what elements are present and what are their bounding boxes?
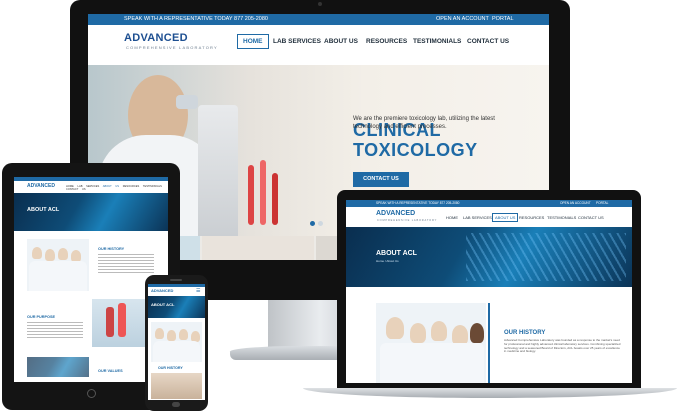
tablet-logo[interactable]: ADVANCED xyxy=(27,183,55,189)
person xyxy=(179,329,188,340)
laptop-nav-home[interactable]: HOME xyxy=(446,215,458,220)
laptop-nav-lab-services[interactable]: LAB SERVICES xyxy=(463,215,492,220)
laptop-phone-cta[interactable]: SPEAK WITH A REPRESENTATIVE TODAY 877 20… xyxy=(376,200,459,207)
tablet-nav-about[interactable]: ABOUT US xyxy=(103,185,119,188)
laptop-logo-subtitle: COMPREHENSIVE LABORATORY xyxy=(377,219,438,222)
phone-home-button[interactable] xyxy=(172,402,180,407)
lab-coats xyxy=(153,341,200,362)
lab-coats xyxy=(380,343,484,383)
team-photo xyxy=(27,239,89,291)
open-account-link[interactable]: OPEN AN ACCOUNT xyxy=(436,14,489,25)
phone-speaker xyxy=(170,279,182,281)
photo-accent-bar xyxy=(488,303,490,383)
laptop-portal[interactable]: PORTAL xyxy=(596,200,608,207)
portal-link[interactable]: PORTAL xyxy=(492,14,514,25)
tablet-section-purpose: OUR PURPOSE xyxy=(27,315,56,319)
site-logo[interactable]: ADVANCED xyxy=(124,32,188,44)
site-logo-subtitle: COMPREHENSIVE LABORATORY xyxy=(126,45,218,50)
contact-us-button[interactable]: CONTACT US xyxy=(353,172,409,187)
laptop-nav-about-us[interactable]: ABOUT US xyxy=(492,213,519,222)
nav-about-us[interactable]: ABOUT US xyxy=(324,38,358,45)
phone-screen: ADVANCED ☰ ABOUT ACL OUR HISTORY xyxy=(148,284,205,400)
person xyxy=(386,317,404,339)
test-tube xyxy=(248,165,254,225)
tablet-topbar xyxy=(14,177,168,181)
tablet-banner-title: ABOUT ACL xyxy=(27,207,60,213)
nav-testimonials[interactable]: TESTIMONIALS xyxy=(413,38,461,45)
tablet-section-values: OUR VALUES xyxy=(98,369,123,373)
person xyxy=(470,323,484,343)
laptop-section-title: OUR HISTORY xyxy=(504,330,546,336)
tablet-home-button[interactable] xyxy=(87,389,96,398)
top-contact-bar: SPEAK WITH A REPRESENTATIVE TODAY 877 20… xyxy=(88,14,549,25)
slider-dot[interactable] xyxy=(318,221,323,226)
text-lines xyxy=(98,254,154,274)
person xyxy=(58,248,68,260)
phone-team-photo xyxy=(151,322,202,362)
nav-resources[interactable]: RESOURCES xyxy=(366,38,407,45)
tablet-nav-contact[interactable]: CONTACT US xyxy=(66,188,86,191)
person xyxy=(167,330,176,341)
nav-home[interactable]: HOME xyxy=(237,34,269,49)
person xyxy=(452,325,468,345)
laptop-banner-title: ABOUT ACL xyxy=(376,250,417,257)
person xyxy=(45,249,55,261)
tablet-nav-testimonials[interactable]: TESTIMONIALS xyxy=(143,185,162,188)
nav-contact-us[interactable]: CONTACT US xyxy=(467,38,509,45)
laptop-logo[interactable]: ADVANCED xyxy=(376,210,415,217)
laptop-nav-resources[interactable]: RESOURCES xyxy=(519,215,544,220)
tablet-section-history: OUR HISTORY xyxy=(98,247,125,251)
values-image xyxy=(27,357,89,377)
lab-coats xyxy=(29,261,87,291)
strip-image xyxy=(202,236,314,260)
slider-dot[interactable] xyxy=(310,221,315,226)
laptop-base xyxy=(303,388,677,398)
hero-description: We are the premiere toxicology lab, util… xyxy=(353,116,495,130)
goggles xyxy=(176,95,198,109)
laptop-nav-contact-us[interactable]: CONTACT US xyxy=(578,215,604,220)
webcam-dot xyxy=(318,2,322,6)
person xyxy=(410,323,426,343)
text-lines xyxy=(27,322,83,340)
phone-section-title: OUR HISTORY xyxy=(158,366,183,370)
phone-logo[interactable]: ADVANCED xyxy=(151,288,173,293)
phone-photo xyxy=(151,373,202,399)
phone-cta[interactable]: SPEAK WITH A REPRESENTATIVE TODAY 877 20… xyxy=(124,14,268,25)
laptop-breadcrumb[interactable]: Home / About Us xyxy=(376,259,399,263)
laptop-banner xyxy=(346,227,632,287)
person xyxy=(431,321,447,341)
person xyxy=(32,247,42,259)
hamburger-menu-icon[interactable]: ☰ xyxy=(196,289,200,294)
microscope xyxy=(198,105,238,245)
laptop-open-account[interactable]: OPEN AN ACCOUNT xyxy=(560,200,591,207)
test-tube xyxy=(118,303,126,337)
laptop-section-text: Advanced Comprehensive Laboratory was fo… xyxy=(504,338,621,354)
phone-topbar xyxy=(148,284,205,287)
test-tube xyxy=(106,307,114,337)
test-tube xyxy=(260,160,266,225)
phone-banner-title: ABOUT ACL xyxy=(151,302,175,307)
laptop-topbar: SPEAK WITH A REPRESENTATIVE TODAY 877 20… xyxy=(346,200,632,207)
tablet-nav: HOME LAB SERVICES ABOUT US RESOURCES TES… xyxy=(66,185,168,191)
tablet-nav-resources[interactable]: RESOURCES xyxy=(123,185,139,188)
phone-banner xyxy=(148,296,205,318)
test-tube xyxy=(272,173,278,225)
laptop-team-photo xyxy=(376,303,486,383)
laptop-screen: SPEAK WITH A REPRESENTATIVE TODAY 877 20… xyxy=(346,200,632,383)
nav-lab-services[interactable]: LAB SERVICES xyxy=(273,38,321,45)
person xyxy=(155,328,164,339)
dna-helix xyxy=(466,233,626,281)
laptop-nav-testimonials[interactable]: TESTIMONIALS xyxy=(547,215,576,220)
